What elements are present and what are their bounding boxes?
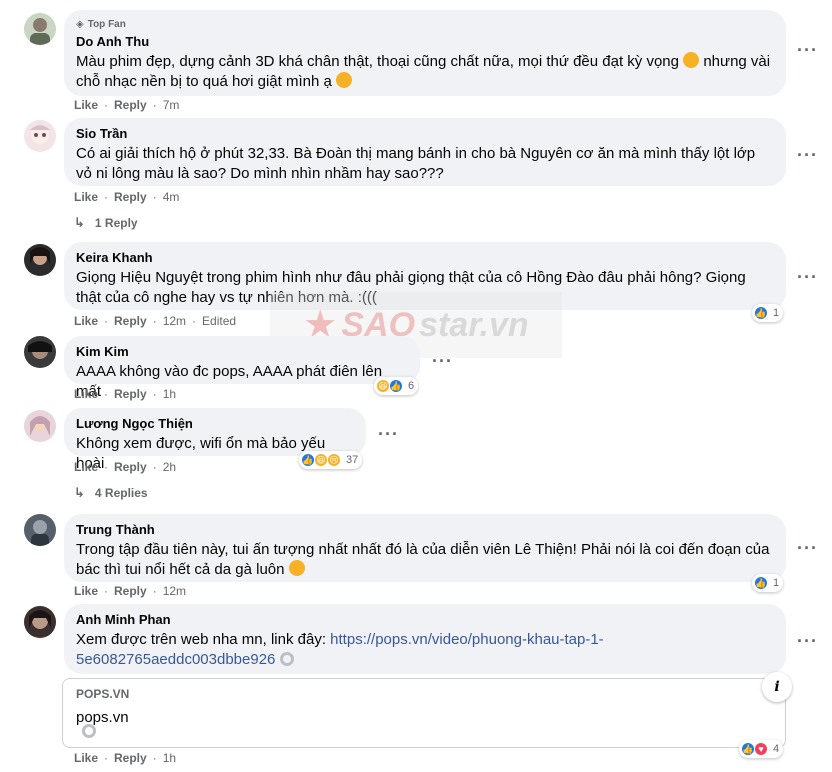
commenter-name[interactable]: Lương Ngọc Thiện <box>76 416 354 432</box>
like-reaction-icon: 👍 <box>301 453 315 467</box>
commenter-name[interactable]: Trung Thành <box>76 522 774 538</box>
commenter-name[interactable]: Sio Trần <box>76 126 774 142</box>
more-options-icon[interactable]: ··· <box>432 352 453 370</box>
reply-arrow-icon: ↳ <box>74 215 85 230</box>
commenter-name[interactable]: Do Anh Thu <box>76 34 774 50</box>
loading-spinner-icon <box>279 652 294 666</box>
heart-eyes-emoji-icon <box>683 52 700 68</box>
like-reaction-icon: 👍 <box>754 576 768 590</box>
more-options-icon[interactable]: ··· <box>797 41 818 59</box>
info-icon[interactable]: i <box>762 672 792 702</box>
timestamp[interactable]: 1h <box>163 387 176 401</box>
reaction-summary[interactable]: 👍 1 <box>752 304 784 322</box>
comment-bubble: Trung Thành Trong tập đầu tiên này, tui … <box>64 514 786 582</box>
comment-actions: Like · Reply · 12m · Edited <box>74 314 237 328</box>
like-reaction-icon: 👍 <box>754 306 768 320</box>
timestamp[interactable]: 12m <box>163 314 186 328</box>
comment-text: Trong tập đầu tiên này, tui ấn tượng nhấ… <box>76 541 770 578</box>
comment-bubble: Kim Kim AAAA không vào đc pops, AAAA phá… <box>64 336 420 400</box>
pleading-emoji-icon <box>288 560 305 576</box>
more-options-icon[interactable]: ··· <box>797 632 818 650</box>
like-button[interactable]: Like <box>74 314 98 328</box>
comment-link-continued[interactable]: 5e6082765aeddc003dbbe926 <box>76 651 275 668</box>
comment-text: Màu phim đẹp, dựng cảnh 3D khá chân thật… <box>76 52 771 90</box>
like-reaction-icon: 👍 <box>741 742 755 756</box>
comment-bubble: ◈ Top Fan Do Anh Thu Màu phim đẹp, dựng … <box>64 10 786 96</box>
diamond-icon: ◈ <box>76 19 84 30</box>
loading-spinner-icon <box>82 724 96 738</box>
preview-domain: POPS.VN <box>76 687 130 701</box>
like-button[interactable]: Like <box>74 190 98 204</box>
comment-actions: Like · Reply · 1h <box>74 387 177 401</box>
more-options-icon[interactable]: ··· <box>797 146 818 164</box>
reply-button[interactable]: Reply <box>114 584 147 598</box>
avatar[interactable] <box>24 336 56 368</box>
timestamp[interactable]: 2h <box>163 460 176 474</box>
avatar[interactable] <box>24 514 56 546</box>
reaction-summary[interactable]: 👍 1 <box>752 574 784 592</box>
comment-bubble: Lương Ngọc Thiện Không xem được, wifi ổn… <box>64 408 366 472</box>
reply-button[interactable]: Reply <box>114 751 147 765</box>
reaction-summary[interactable]: 😆 👍 6 <box>374 377 419 395</box>
more-options-icon[interactable]: ··· <box>797 268 818 286</box>
avatar[interactable] <box>24 120 56 152</box>
comment-actions: Like · Reply · 12m <box>74 584 187 598</box>
reply-button[interactable]: Reply <box>114 387 147 401</box>
comment-text: Có ai giải thích hộ ở phút 32,33. Bà Đoà… <box>76 145 756 182</box>
haha-reaction-icon: 😆 <box>376 379 390 393</box>
edited-label: Edited <box>202 314 237 328</box>
haha-reaction-icon: 😆 <box>314 453 328 467</box>
comment-bubble: Anh Minh Phan Xem được trên web nha mn, … <box>64 604 786 674</box>
comment-actions: Like · Reply · 2h <box>74 460 177 474</box>
sad-reaction-icon: 😢 <box>327 453 341 467</box>
reaction-summary[interactable]: 👍 😆 😢 37 <box>299 451 363 469</box>
comment-actions: Like · Reply · 1h <box>74 751 177 765</box>
like-button[interactable]: Like <box>74 751 98 765</box>
view-replies-link[interactable]: ↳ 4 Replies <box>74 485 148 501</box>
link-preview-card[interactable]: POPS.VN pops.vn <box>62 678 786 748</box>
comment-bubble: Sio Trần Có ai giải thích hộ ở phút 32,3… <box>64 118 786 186</box>
comment-actions: Like · Reply · 7m <box>74 98 180 112</box>
avatar[interactable] <box>24 410 56 442</box>
timestamp[interactable]: 1h <box>163 751 176 765</box>
like-reaction-icon: 👍 <box>389 379 403 393</box>
comment-text: Xem được trên web nha mn, link đây: http… <box>76 631 604 668</box>
reply-button[interactable]: Reply <box>114 98 147 112</box>
reply-arrow-icon: ↳ <box>74 485 85 500</box>
avatar[interactable] <box>24 13 56 45</box>
grinning-emoji-icon <box>336 72 353 88</box>
more-options-icon[interactable]: ··· <box>378 425 399 443</box>
like-button[interactable]: Like <box>74 387 98 401</box>
reply-button[interactable]: Reply <box>114 190 147 204</box>
avatar[interactable] <box>24 606 56 638</box>
love-reaction-icon: ♥ <box>754 742 768 756</box>
avatar[interactable] <box>24 244 56 276</box>
preview-title[interactable]: pops.vn <box>76 709 129 726</box>
comment-actions: Like · Reply · 4m <box>74 190 180 204</box>
reaction-summary[interactable]: 👍 ♥ 4 <box>739 740 784 758</box>
commenter-name[interactable]: Keira Khanh <box>76 250 774 266</box>
reply-button[interactable]: Reply <box>114 314 147 328</box>
more-options-icon[interactable]: ··· <box>797 539 818 557</box>
commenter-name[interactable]: Anh Minh Phan <box>76 612 774 628</box>
timestamp[interactable]: 7m <box>163 98 180 112</box>
reply-button[interactable]: Reply <box>114 460 147 474</box>
timestamp[interactable]: 12m <box>163 584 186 598</box>
view-replies-link[interactable]: ↳ 1 Reply <box>74 215 138 231</box>
like-button[interactable]: Like <box>74 460 98 474</box>
commenter-name[interactable]: Kim Kim <box>76 344 408 360</box>
top-fan-badge: ◈ Top Fan <box>76 19 126 30</box>
comment-link[interactable]: https://pops.vn/video/phuong-khau-tap-1- <box>330 631 604 648</box>
timestamp[interactable]: 4m <box>163 190 180 204</box>
like-button[interactable]: Like <box>74 584 98 598</box>
like-button[interactable]: Like <box>74 98 98 112</box>
